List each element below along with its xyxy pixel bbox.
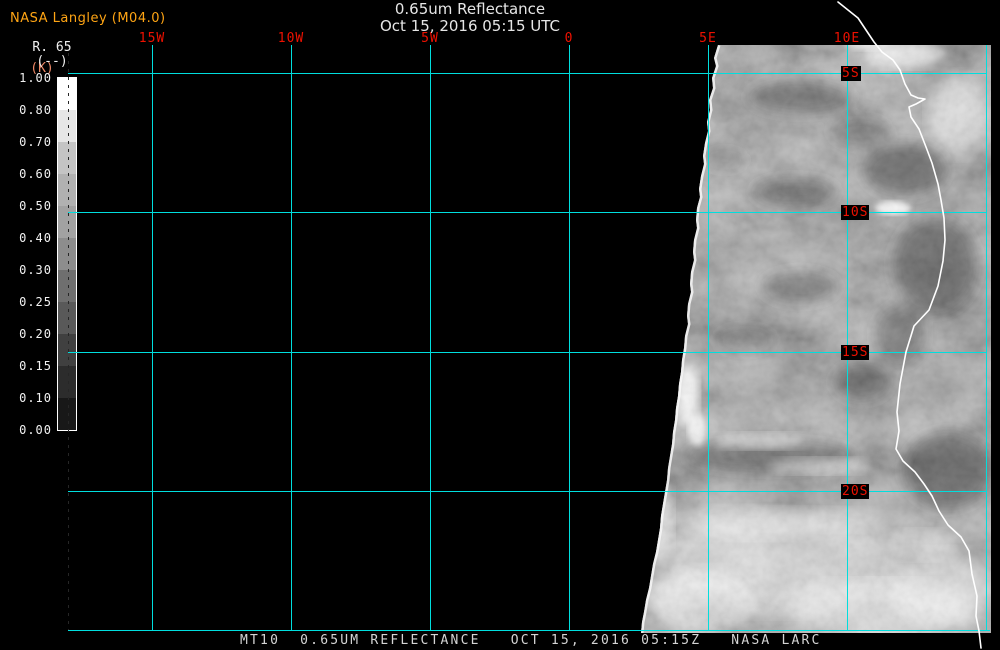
colorbar-units: (--) (36, 54, 68, 69)
lon-label: 10E (833, 31, 861, 46)
colorbar-tick: 0.70 (19, 135, 52, 149)
footer-caption: MT10 0.65UM REFLECTANCE OCT 15, 2016 05:… (240, 633, 822, 648)
title-product: 0.65um Reflectance (394, 0, 546, 18)
colorbar-tick: 0.10 (19, 391, 52, 405)
colorbar-tick: 0.30 (19, 263, 52, 277)
title-datetime: Oct 15, 2016 05:15 UTC (380, 17, 560, 35)
satellite-scan-region (641, 45, 991, 633)
satellite-image (68, 1, 991, 649)
colorbar-tick: 0.40 (19, 231, 52, 245)
lat-label: 20S (841, 484, 870, 499)
colorbar-tick: 0.80 (19, 103, 52, 117)
source-label: NASA Langley (M04.0) (10, 11, 166, 26)
satellite-viewer: NASA Langley (M04.0) 0.65um Reflectance … (0, 0, 1000, 650)
colorbar-tick: 0.60 (19, 167, 52, 181)
lat-label: 10S (841, 205, 870, 220)
colorbar-tick: 0.25 (19, 295, 52, 309)
colorbar-tick: 0.15 (19, 359, 52, 373)
lat-label: 5S (841, 66, 861, 81)
colorbar-tick: 0.20 (19, 327, 52, 341)
colorbar-name: R. 65 (32, 40, 72, 55)
colorbar-tick: 0.00 (19, 423, 52, 437)
lat-label: 15S (841, 345, 870, 360)
colorbar-tick: 1.00 (19, 71, 52, 85)
colorbar-tick: 0.50 (19, 199, 52, 213)
page-title: 0.65um Reflectance Oct 15, 2016 05:15 UT… (170, 1, 770, 35)
